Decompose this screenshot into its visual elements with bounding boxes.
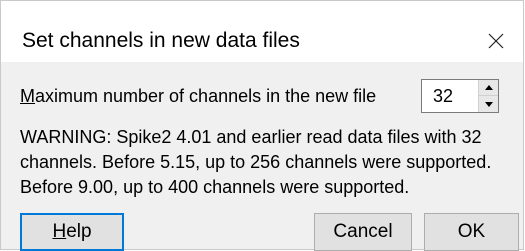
help-button-accelerator: H	[52, 221, 67, 242]
dialog-title: Set channels in new data files	[22, 29, 300, 52]
help-button[interactable]: Help	[20, 213, 124, 251]
cancel-button[interactable]: Cancel	[314, 213, 412, 251]
warning-text: WARNING: Spike2 4.01 and earlier read da…	[20, 127, 492, 197]
max-channels-spinner	[421, 79, 499, 113]
close-button[interactable]	[479, 25, 513, 57]
title-bar: Set channels in new data files	[1, 1, 523, 62]
set-channels-dialog: Set channels in new data files Maximum n…	[0, 0, 524, 251]
arrow-up-icon	[484, 85, 493, 90]
max-channels-label-text: aximum number of channels in the new fil…	[35, 86, 377, 106]
max-channels-label-accelerator: M	[20, 86, 35, 106]
max-channels-label: Maximum number of channels in the new fi…	[20, 85, 376, 107]
help-button-label: elp	[66, 221, 92, 242]
spin-up-button[interactable]	[478, 80, 498, 96]
arrow-down-icon	[484, 101, 493, 107]
dialog-body: Maximum number of channels in the new fi…	[1, 62, 523, 251]
spin-down-button[interactable]	[478, 96, 498, 112]
max-channels-input[interactable]	[422, 80, 478, 112]
close-icon	[488, 33, 504, 49]
ok-button[interactable]: OK	[424, 213, 519, 251]
